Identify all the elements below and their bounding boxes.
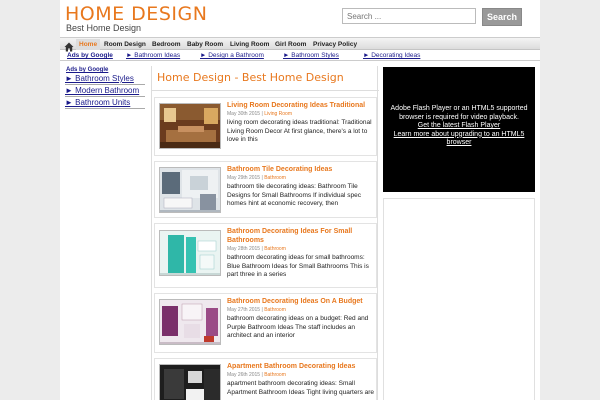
post-thumbnail[interactable] (159, 167, 221, 213)
post-item: Bathroom Decorating Ideas For Small Bath… (154, 223, 377, 288)
left-ads-sidebar: Ads by Google ► Bathroom Styles ► Modern… (65, 67, 145, 109)
meta-separator: | (261, 307, 263, 313)
ads-link-bar: Ads by Google ► Bathroom Ideas ► Design … (60, 51, 540, 61)
meta-separator: | (261, 372, 263, 378)
search-button[interactable]: Search (482, 8, 522, 26)
get-flash-player-link[interactable]: Get the latest Flash Player (383, 122, 535, 131)
post-excerpt: living room decorating ideas traditional… (227, 119, 372, 143)
title-divider (152, 90, 379, 91)
post-excerpt: bathroom decorating ideas for small bath… (227, 254, 369, 278)
post-date: May 27th 2015 (227, 307, 261, 313)
video-player[interactable]: Adobe Flash Player or an HTML5 supported… (383, 67, 535, 192)
flash-message-line-1: Adobe Flash Player or an HTML5 supported (390, 105, 528, 112)
main-content: Home Design - Best Home Design Living Ro… (151, 66, 379, 400)
post-title-link[interactable]: Bathroom Decorating Ideas On A Budget (227, 297, 377, 306)
flash-message-line-2: browser is required for video playback. (399, 113, 519, 121)
post-category-link[interactable]: Bathroom (264, 175, 286, 181)
post-category-link[interactable]: Bathroom (264, 246, 286, 252)
post-date: May 29th 2015 (227, 175, 261, 181)
post-category-link[interactable]: Bathroom (264, 372, 286, 378)
upgrade-html5-link-continued[interactable]: browser (383, 139, 535, 148)
post-excerpt: bathroom decorating ideas on a budget: R… (227, 315, 369, 339)
ad-link-design-a-bathroom[interactable]: ► Design a Bathroom (200, 51, 264, 61)
site-title[interactable]: HOME DESIGN (65, 3, 207, 25)
post-thumbnail[interactable] (159, 103, 221, 149)
post-item: Living Room Decorating Ideas Traditional… (154, 97, 377, 156)
post-thumbnail[interactable] (159, 230, 221, 276)
post-title-link[interactable]: Bathroom Decorating Ideas For Small Bath… (227, 227, 377, 245)
left-ad-link-bathroom-units[interactable]: ► Bathroom Units (65, 97, 145, 109)
ads-by-google-link[interactable]: Ads by Google (67, 51, 113, 61)
post-item: Bathroom Tile Decorating Ideas May 29th … (154, 161, 377, 218)
left-ad-link-modern-bathroom[interactable]: ► Modern Bathroom (65, 85, 145, 97)
main-nav: Home Room Design Bedroom Baby Room Livin… (60, 37, 540, 52)
post-meta: May 29th 2015 | Bathroom (227, 175, 286, 181)
site-description: Best Home Design (66, 23, 142, 33)
home-icon[interactable] (64, 39, 74, 52)
post-category-link[interactable]: Bathroom (264, 307, 286, 313)
post-item: Apartment Bathroom Decorating Ideas May … (154, 358, 377, 400)
post-meta: May 27th 2015 | Bathroom (227, 307, 286, 313)
post-meta: May 28th 2015 | Bathroom (227, 246, 286, 252)
nav-item-girl-room[interactable]: Girl Room (272, 39, 309, 50)
ad-link-bathroom-ideas[interactable]: ► Bathroom Ideas (126, 51, 180, 61)
meta-separator: | (261, 175, 263, 181)
post-title-link[interactable]: Living Room Decorating Ideas Traditional (227, 101, 377, 110)
site-header: HOME DESIGN Best Home Design Search (60, 0, 540, 38)
nav-item-living-room[interactable]: Living Room (227, 39, 272, 50)
nav-item-room-design[interactable]: Room Design (101, 39, 149, 50)
nav-item-privacy-policy[interactable]: Privacy Policy (310, 39, 360, 50)
nav-item-bedroom[interactable]: Bedroom (149, 39, 184, 50)
post-category-link[interactable]: Living Room (264, 111, 292, 117)
post-date: May 28th 2015 (227, 246, 261, 252)
post-excerpt: bathroom tile decorating ideas: Bathroom… (227, 183, 362, 207)
left-ad-link-bathroom-styles[interactable]: ► Bathroom Styles (65, 73, 145, 85)
post-title-link[interactable]: Apartment Bathroom Decorating Ideas (227, 362, 377, 371)
post-thumbnail[interactable] (159, 364, 221, 400)
post-meta: May 30th 2015 | Living Room (227, 111, 292, 117)
upgrade-html5-link[interactable]: Learn more about upgrading to an HTML5 (383, 131, 535, 140)
page: HOME DESIGN Best Home Design Search Home… (60, 0, 540, 400)
nav-item-baby-room[interactable]: Baby Room (184, 39, 226, 50)
page-title: Home Design - Best Home Design (157, 71, 344, 84)
post-meta: May 26th 2015 | Bathroom (227, 372, 286, 378)
post-thumbnail[interactable] (159, 299, 221, 345)
post-excerpt: apartment bathroom decorating ideas: Sma… (227, 380, 375, 396)
post-date: May 30th 2015 (227, 111, 261, 117)
meta-separator: | (261, 246, 263, 252)
ad-link-bathroom-styles[interactable]: ► Bathroom Styles (283, 51, 339, 61)
post-date: May 26th 2015 (227, 372, 261, 378)
nav-item-home[interactable]: Home (76, 39, 101, 50)
post-title-link[interactable]: Bathroom Tile Decorating Ideas (227, 165, 377, 174)
sidebar-widget-box (383, 198, 535, 400)
post-item: Bathroom Decorating Ideas On A Budget Ma… (154, 293, 377, 353)
search-input[interactable] (342, 8, 476, 24)
ad-link-decorating-ideas[interactable]: ► Decorating Ideas (363, 51, 420, 61)
meta-separator: | (261, 111, 263, 117)
